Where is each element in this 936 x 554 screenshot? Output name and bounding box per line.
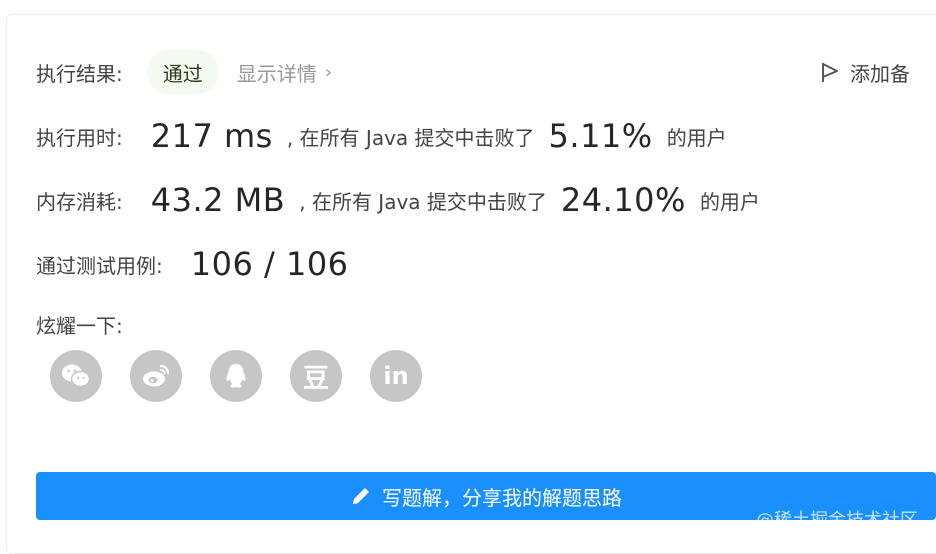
qq-icon[interactable] xyxy=(210,350,262,402)
douban-icon[interactable]: 豆 xyxy=(290,350,342,402)
result-row: 执行结果: 通过 显示详情 › xyxy=(36,50,332,94)
tests-row: 通过测试用例: 106 / 106 xyxy=(36,242,349,286)
memory-suffix: 的用户 xyxy=(699,189,760,214)
share-row: 炫耀一下: xyxy=(36,306,123,342)
runtime-percent: 5.11% xyxy=(548,117,653,155)
add-note-label: 添加备 xyxy=(850,61,910,86)
memory-label: 内存消耗: xyxy=(36,189,123,214)
tests-value: 106 / 106 xyxy=(190,245,349,283)
flag-icon xyxy=(822,63,838,82)
tests-label: 通过测试用例: xyxy=(36,253,163,278)
memory-value: 43.2 MB xyxy=(150,181,286,219)
wechat-icon[interactable] xyxy=(50,350,102,402)
runtime-suffix: 的用户 xyxy=(666,125,727,150)
result-label: 执行结果: xyxy=(36,61,123,86)
share-icons: 豆 in xyxy=(50,350,450,402)
chevron-right-icon: › xyxy=(324,61,332,83)
linkedin-icon[interactable]: in xyxy=(370,350,422,402)
linkedin-glyph: in xyxy=(383,362,409,390)
add-note-button[interactable]: 添加备 xyxy=(820,50,910,94)
douban-glyph: 豆 xyxy=(302,363,329,394)
runtime-label: 执行用时: xyxy=(36,125,123,150)
weibo-icon[interactable] xyxy=(130,350,182,402)
share-label: 炫耀一下: xyxy=(36,313,123,338)
status-badge: 通过 xyxy=(146,50,219,94)
write-solution-label: 写题解，分享我的解题思路 xyxy=(382,485,622,510)
memory-percent: 24.10% xyxy=(560,181,686,219)
pencil-icon xyxy=(353,488,369,504)
runtime-value: 217 ms xyxy=(150,117,273,155)
runtime-row: 执行用时: 217 ms , 在所有 Java 提交中击败了 5.11% 的用户 xyxy=(36,114,727,158)
show-details-label: 显示详情 xyxy=(236,61,317,86)
memory-row: 内存消耗: 43.2 MB , 在所有 Java 提交中击败了 24.10% 的… xyxy=(36,178,760,222)
runtime-beats-text: , 在所有 Java 提交中击败了 xyxy=(286,125,535,150)
memory-beats-text: , 在所有 Java 提交中击败了 xyxy=(299,189,547,214)
watermark: @稀土掘金技术社区 xyxy=(756,510,918,531)
show-details-link[interactable]: 显示详情 › xyxy=(237,58,332,87)
